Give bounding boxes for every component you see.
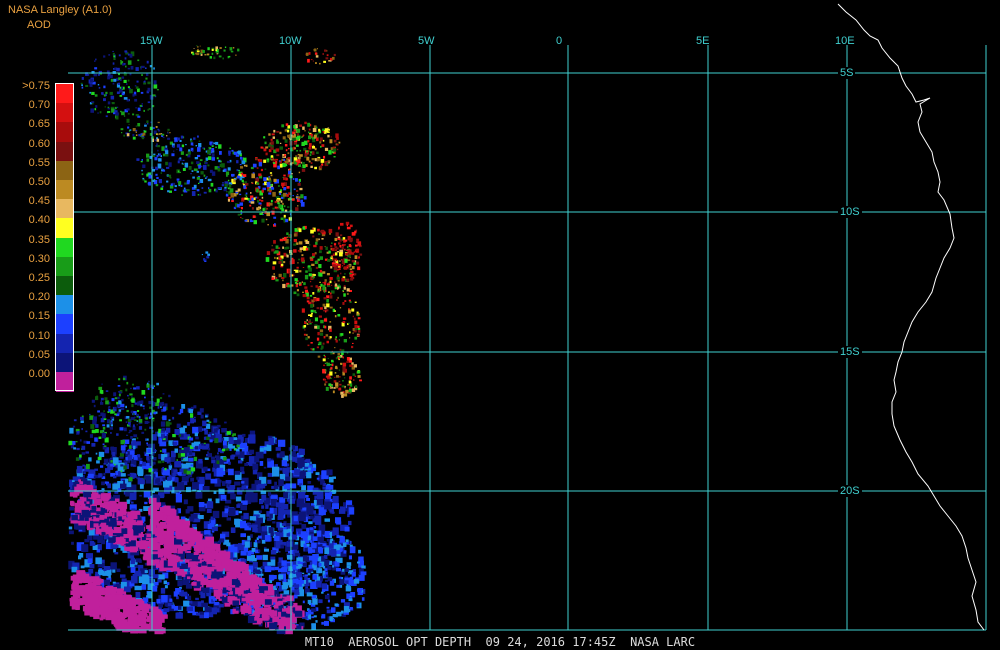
observation-date: 09 24, 2016: [485, 635, 566, 649]
legend-label: 0.55: [28, 156, 50, 169]
map-canvas: [68, 3, 987, 635]
legend-label: 0.20: [28, 291, 50, 304]
legend-label: 0.15: [28, 310, 50, 323]
legend-label: 0.10: [28, 329, 50, 342]
legend-label: 0.65: [28, 118, 50, 131]
longitude-label: 10W: [279, 35, 302, 47]
longitude-label: 5W: [418, 35, 435, 47]
latitude-label: 10S: [838, 206, 862, 218]
longitude-label: 0: [556, 35, 563, 47]
product-code: MT10: [304, 635, 334, 649]
legend-label: 0.35: [28, 233, 50, 246]
latitude-label: 20S: [838, 485, 862, 497]
satellite-map-view: NASA Langley (A1.0) AOD >0.75 0.70 0.65 0.6…: [0, 0, 1000, 650]
legend-label: 0.25: [28, 272, 50, 284]
legend-label: 0.45: [28, 195, 50, 208]
legend-label: 0.70: [28, 99, 50, 112]
legend-label: 0.30: [28, 252, 50, 265]
observation-time: 17:45Z: [572, 635, 616, 649]
africa-coastline: [837, 3, 985, 631]
longitude-label: 5E: [696, 35, 710, 47]
map-footer: MT10 AEROSOL OPT DEPTH 09 24, 2016 17:45…: [0, 634, 1000, 650]
data-source: NASA LARC: [630, 635, 696, 649]
legend-frame: [55, 83, 74, 392]
product-title: AEROSOL OPT DEPTH: [348, 635, 472, 649]
legend-label: 0.00: [28, 368, 50, 380]
legend-label: 0.60: [28, 137, 50, 150]
aerosol-pixels: [68, 45, 367, 635]
longitude-label: 10E: [835, 35, 855, 47]
longitude-label: 15W: [140, 35, 163, 47]
latitude-label: 5S: [838, 67, 856, 79]
legend-label: 0.05: [28, 348, 50, 361]
legend-label: >0.75: [22, 80, 50, 92]
legend-label: 0.50: [28, 176, 50, 188]
legend-label: 0.40: [28, 214, 50, 227]
latitude-label: 15S: [838, 346, 862, 358]
